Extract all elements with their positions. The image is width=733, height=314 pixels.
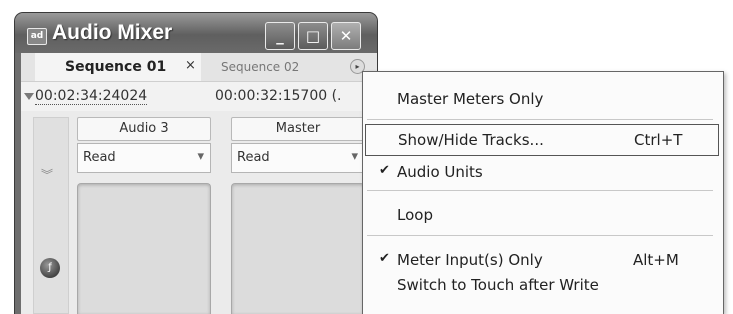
tab-close-icon[interactable]: ×: [185, 58, 196, 73]
minimize-button[interactable]: _: [265, 22, 295, 50]
menu-item-label: Show/Hide Tracks...: [398, 131, 544, 149]
dropdown-arrow-icon[interactable]: ▾: [351, 149, 358, 164]
menu-item-show-hide-tracks[interactable]: Show/Hide Tracks... Ctrl+T: [365, 124, 719, 156]
automation-value: Read: [83, 150, 116, 165]
timecode-row: 00:02:34:24024 00:00:32:15700 (.: [21, 81, 377, 111]
collapse-arrow-icon[interactable]: [24, 93, 34, 100]
menu-item-label: Meter Input(s) Only: [397, 251, 543, 269]
track-meter-area: [231, 183, 365, 314]
track-controls-strip: ︾ ƒ: [33, 117, 69, 314]
menu-item-label: Switch to Touch after Write: [397, 276, 599, 294]
window-title: Audio Mixer: [52, 21, 173, 44]
check-icon: ✔: [379, 163, 390, 178]
tab-sequence-01[interactable]: Sequence 01 ×: [35, 53, 201, 81]
track-meter-area: [77, 183, 211, 314]
menu-separator: [367, 235, 713, 236]
duration-timecode: 00:00:32:15700 (.: [215, 88, 342, 104]
maximize-button[interactable]: □: [298, 22, 328, 50]
title-bar[interactable]: ad Audio Mixer _ □ ✕: [15, 13, 377, 53]
automation-dropdown[interactable]: Read ▾: [231, 143, 365, 173]
automation-value: Read: [237, 150, 270, 165]
chevron-down-icon[interactable]: ︾: [41, 166, 53, 183]
panel-context-menu: Master Meters Only Show/Hide Tracks... C…: [362, 71, 724, 314]
tab-label: Sequence 01: [65, 59, 167, 75]
menu-item-switch-to-touch-after-write[interactable]: Switch to Touch after Write: [363, 272, 723, 298]
menu-item-label: Loop: [397, 206, 433, 224]
current-timecode[interactable]: 00:02:34:24024: [35, 88, 148, 105]
effects-knob-icon[interactable]: ƒ: [40, 258, 60, 278]
menu-item-master-meters-only[interactable]: Master Meters Only: [363, 86, 723, 112]
app-icon: ad: [27, 28, 47, 45]
sequence-tabs: Sequence 01 × Sequence 02 ▸: [21, 53, 377, 82]
automation-dropdown[interactable]: Read ▾: [77, 143, 211, 173]
menu-separator: [367, 190, 713, 191]
menu-item-label: Audio Units: [397, 163, 483, 181]
menu-item-meter-inputs-only[interactable]: ✔ Meter Input(s) Only Alt+M: [363, 247, 723, 273]
menu-separator: [367, 119, 713, 120]
mixer-body: ︾ ƒ Audio 3 Read ▾ Master Read ▾: [21, 111, 377, 314]
track-master: Master Read ▾: [231, 117, 365, 314]
tab-sequence-02[interactable]: Sequence 02: [221, 60, 299, 74]
audio-mixer-window: ad Audio Mixer _ □ ✕ Sequence 01 × Seque…: [14, 12, 378, 314]
dropdown-arrow-icon[interactable]: ▾: [197, 149, 204, 164]
menu-item-shortcut: Alt+M: [633, 251, 679, 269]
mixer-panel: Sequence 01 × Sequence 02 ▸ 00:02:34:240…: [21, 53, 377, 314]
check-icon: ✔: [379, 251, 390, 266]
menu-item-loop[interactable]: Loop: [363, 202, 723, 228]
menu-item-shortcut: Ctrl+T: [634, 131, 683, 149]
track-audio-3: Audio 3 Read ▾: [77, 117, 211, 314]
menu-item-audio-units[interactable]: ✔ Audio Units: [363, 159, 723, 185]
track-name: Master: [231, 117, 365, 141]
track-name: Audio 3: [77, 117, 211, 141]
close-button[interactable]: ✕: [331, 22, 361, 50]
menu-item-label: Master Meters Only: [397, 90, 544, 108]
